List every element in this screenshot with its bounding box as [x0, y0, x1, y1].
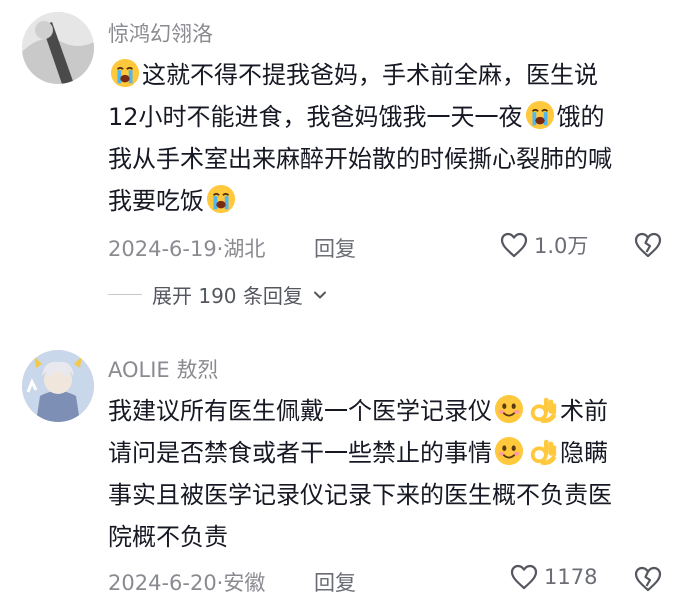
dislike-button[interactable]: [634, 232, 662, 260]
avatar[interactable]: [22, 350, 94, 422]
expand-replies-label: 展开 190 条回复: [152, 284, 303, 308]
heart-outline-icon: [500, 232, 528, 258]
comment-text-segment: 我要吃饭: [108, 187, 204, 215]
like-count: 1178: [544, 565, 598, 589]
reply-button[interactable]: 回复: [314, 567, 356, 597]
comment-line: 这就不得不提我爸妈，手术前全麻，医生说: [108, 54, 612, 96]
comment-text-segment: 院概不负责: [108, 523, 228, 551]
comment-line: 院概不负责: [108, 516, 612, 558]
comment-line: 事实且被医学记录仪记录下来的医生概不负责医: [108, 474, 612, 516]
username[interactable]: 惊鸿幻翎洛: [108, 18, 213, 48]
comment-line: 我要吃饭: [108, 180, 612, 222]
divider-line: [108, 294, 142, 295]
expand-replies-button[interactable]: 展开 190 条回复: [108, 280, 327, 309]
comment-1: 惊鸿幻翎洛 这就不得不提我爸妈，手术前全麻，医生说 12小时不能进食，我爸妈饿我…: [0, 0, 690, 330]
like-count: 1.0万: [534, 234, 589, 258]
comment-text-segment: 我建议所有医生佩戴一个医学记录仪: [108, 397, 492, 425]
comment-date-location: 2024-6-19·湖北: [108, 237, 266, 261]
loudly-crying-face-icon: [525, 100, 555, 130]
comment-line: 请问是否禁食或者干一些禁止的事情 隐瞒: [108, 432, 612, 474]
smiling-face-icon: [494, 394, 524, 424]
comment-text-segment: 术前: [560, 397, 608, 425]
loudly-crying-face-icon: [206, 184, 236, 214]
ok-hand-icon: [528, 394, 558, 424]
chevron-down-icon: [313, 291, 326, 298]
dislike-button[interactable]: [634, 566, 662, 594]
like-button[interactable]: 1178: [510, 564, 597, 590]
comment-text: 我建议所有医生佩戴一个医学记录仪 术前 请问是否禁食或者干一些禁止的事情 隐瞒 …: [108, 390, 612, 558]
comment-text-segment: 12小时不能进食，我爸妈饿我一天一夜: [108, 103, 523, 131]
comment-line: 12小时不能进食，我爸妈饿我一天一夜 饿的: [108, 96, 612, 138]
avatar[interactable]: [22, 12, 94, 84]
reply-button[interactable]: 回复: [314, 233, 356, 263]
comment-line: 我从手术室出来麻醉开始散的时候撕心裂肺的喊: [108, 138, 612, 180]
username[interactable]: AOLIE 敖烈: [108, 354, 218, 384]
ok-hand-icon: [528, 436, 558, 466]
comment-text-segment: 事实且被医学记录仪记录下来的医生概不负责医: [108, 481, 612, 509]
avatar-photo-icon: [22, 12, 94, 84]
comment-2: AOLIE 敖烈 我建议所有医生佩戴一个医学记录仪 术前 请问是否禁食或者干一些…: [0, 330, 690, 603]
broken-heart-outline-icon: [634, 232, 662, 258]
comment-line: 我建议所有医生佩戴一个医学记录仪 术前: [108, 390, 612, 432]
heart-outline-icon: [510, 564, 538, 590]
broken-heart-outline-icon: [634, 566, 662, 592]
smiling-face-icon: [494, 436, 524, 466]
comment-text-segment: 请问是否禁食或者干一些禁止的事情: [108, 439, 492, 467]
comment-text-segment: 隐瞒: [560, 439, 608, 467]
comment-text-segment: 这就不得不提我爸妈，手术前全麻，医生说: [142, 61, 598, 89]
comment-text-segment: 饿的: [556, 103, 605, 131]
comment-text: 这就不得不提我爸妈，手术前全麻，医生说 12小时不能进食，我爸妈饿我一天一夜 饿…: [108, 54, 612, 222]
like-button[interactable]: 1.0万: [500, 230, 588, 260]
loudly-crying-face-icon: [110, 58, 140, 88]
avatar-illustration-icon: [22, 350, 94, 422]
comment-text-segment: 我从手术室出来麻醉开始散的时候撕心裂肺的喊: [108, 145, 612, 173]
comment-date-location: 2024-6-20·安徽: [108, 571, 266, 595]
